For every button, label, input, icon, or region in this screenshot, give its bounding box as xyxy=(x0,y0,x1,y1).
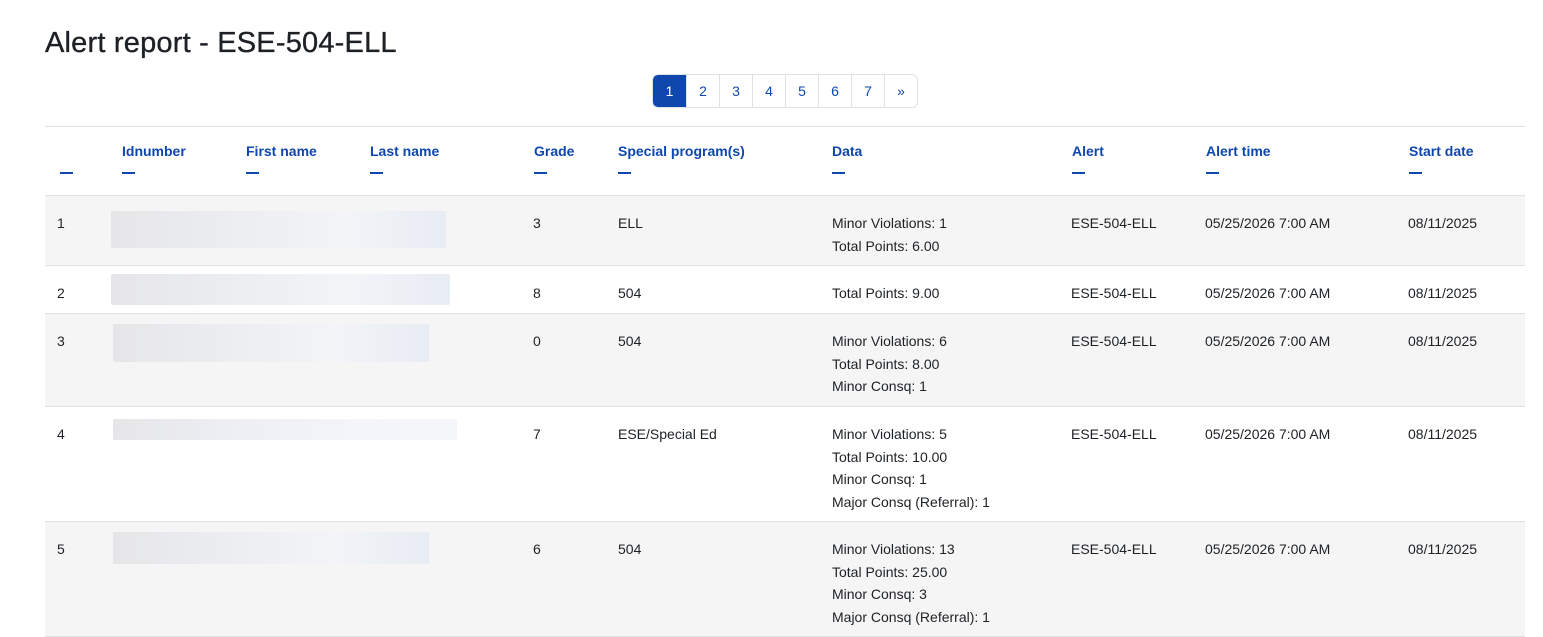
data-cell: Minor Violations: 5 Total Points: 10.00 Mi… xyxy=(832,426,990,511)
grade-cell: 3 xyxy=(533,215,541,231)
grade-cell: 6 xyxy=(533,541,541,557)
redacted-student-name xyxy=(111,211,446,248)
alert-cell: ESE-504-ELL xyxy=(1071,285,1157,301)
grade-cell: 8 xyxy=(533,285,541,301)
row-number: 4 xyxy=(57,426,65,442)
alert-time-cell: 05/25/2026 7:00 AM xyxy=(1205,215,1331,231)
column-header-special-programs[interactable]: Special program(s) xyxy=(618,143,745,174)
column-header-lastname[interactable]: Last name xyxy=(370,143,439,174)
collapse-icon[interactable] xyxy=(1072,172,1085,174)
alert-time-cell: 05/25/2026 7:00 AM xyxy=(1205,285,1331,301)
next-page-link[interactable]: » xyxy=(884,75,917,107)
program-cell: 504 xyxy=(618,333,642,349)
column-header-grade[interactable]: Grade xyxy=(534,143,574,174)
report-table: Idnumber First name Last name Grade Spec… xyxy=(45,126,1525,637)
column-header-start-date[interactable]: Start date xyxy=(1409,143,1474,174)
program-cell: 504 xyxy=(618,285,642,301)
alert-cell: ESE-504-ELL xyxy=(1071,215,1157,231)
table-row: 4 7 ESE/Special Ed Minor Violations: 5 To… xyxy=(45,407,1525,522)
collapse-icon[interactable] xyxy=(534,172,547,174)
collapse-icon[interactable] xyxy=(1409,172,1422,174)
collapse-icon[interactable] xyxy=(1206,172,1219,174)
start-date-cell: 08/11/2025 xyxy=(1408,426,1478,442)
program-cell: ELL xyxy=(618,215,643,231)
grade-cell: 7 xyxy=(533,426,541,442)
column-header-alert-time[interactable]: Alert time xyxy=(1206,143,1271,174)
alert-time-cell: 05/25/2026 7:00 AM xyxy=(1205,541,1331,557)
collapse-icon[interactable] xyxy=(832,172,845,174)
program-cell: ESE/Special Ed xyxy=(618,426,717,442)
row-number: 1 xyxy=(57,215,65,231)
column-header-row-number[interactable] xyxy=(60,143,73,174)
grade-cell: 0 xyxy=(533,333,541,349)
row-number: 5 xyxy=(57,541,65,557)
collapse-icon[interactable] xyxy=(370,172,383,174)
page-link-3[interactable]: 3 xyxy=(719,75,752,107)
collapse-icon[interactable] xyxy=(60,172,73,174)
table-row: 3 0 504 Minor Violations: 6 Total Points:… xyxy=(45,314,1525,407)
page-link-2[interactable]: 2 xyxy=(686,75,719,107)
start-date-cell: 08/11/2025 xyxy=(1408,333,1478,349)
start-date-cell: 08/11/2025 xyxy=(1408,215,1478,231)
table-header: Idnumber First name Last name Grade Spec… xyxy=(45,126,1525,196)
table-row: 5 6 504 Minor Violations: 13 Total Points… xyxy=(45,522,1525,637)
alert-cell: ESE-504-ELL xyxy=(1071,333,1157,349)
collapse-icon[interactable] xyxy=(122,172,135,174)
start-date-cell: 08/11/2025 xyxy=(1408,285,1478,301)
column-header-data[interactable]: Data xyxy=(832,143,862,174)
data-cell: Minor Violations: 6 Total Points: 8.00 Min… xyxy=(832,333,947,395)
collapse-icon[interactable] xyxy=(246,172,259,174)
collapse-icon[interactable] xyxy=(618,172,631,174)
alert-cell: ESE-504-ELL xyxy=(1071,426,1157,442)
redacted-student-name xyxy=(113,419,457,440)
redacted-student-name xyxy=(111,274,450,305)
row-number: 2 xyxy=(57,285,65,301)
column-header-alert[interactable]: Alert xyxy=(1072,143,1104,174)
alert-time-cell: 05/25/2026 7:00 AM xyxy=(1205,426,1331,442)
row-number: 3 xyxy=(57,333,65,349)
page-link-5[interactable]: 5 xyxy=(785,75,818,107)
column-header-idnumber[interactable]: Idnumber xyxy=(122,143,186,174)
page-link-1[interactable]: 1 xyxy=(653,75,686,107)
data-cell: Minor Violations: 13 Total Points: 25.00 M… xyxy=(832,541,990,626)
pagination: 1 2 3 4 5 6 7 » xyxy=(652,74,918,108)
program-cell: 504 xyxy=(618,541,642,557)
alert-report-page: Alert report - ESE-504-ELL 1 2 3 4 5 6 7… xyxy=(0,0,1543,637)
table-row: 1 3 ELL Minor Violations: 1 Total Points:… xyxy=(45,196,1525,266)
page-link-4[interactable]: 4 xyxy=(752,75,785,107)
alert-cell: ESE-504-ELL xyxy=(1071,541,1157,557)
start-date-cell: 08/11/2025 xyxy=(1408,541,1478,557)
page-title: Alert report - ESE-504-ELL xyxy=(45,27,397,59)
redacted-student-name xyxy=(113,324,429,362)
data-cell: Minor Violations: 1 Total Points: 6.00 xyxy=(832,215,947,254)
page-link-6[interactable]: 6 xyxy=(818,75,851,107)
redacted-student-name xyxy=(113,532,429,564)
alert-time-cell: 05/25/2026 7:00 AM xyxy=(1205,333,1331,349)
data-cell: Total Points: 9.00 xyxy=(832,285,940,301)
column-header-firstname[interactable]: First name xyxy=(246,143,317,174)
table-row: 2 8 504 Total Points: 9.00 ESE-504-ELL 0… xyxy=(45,266,1525,314)
page-link-7[interactable]: 7 xyxy=(851,75,884,107)
